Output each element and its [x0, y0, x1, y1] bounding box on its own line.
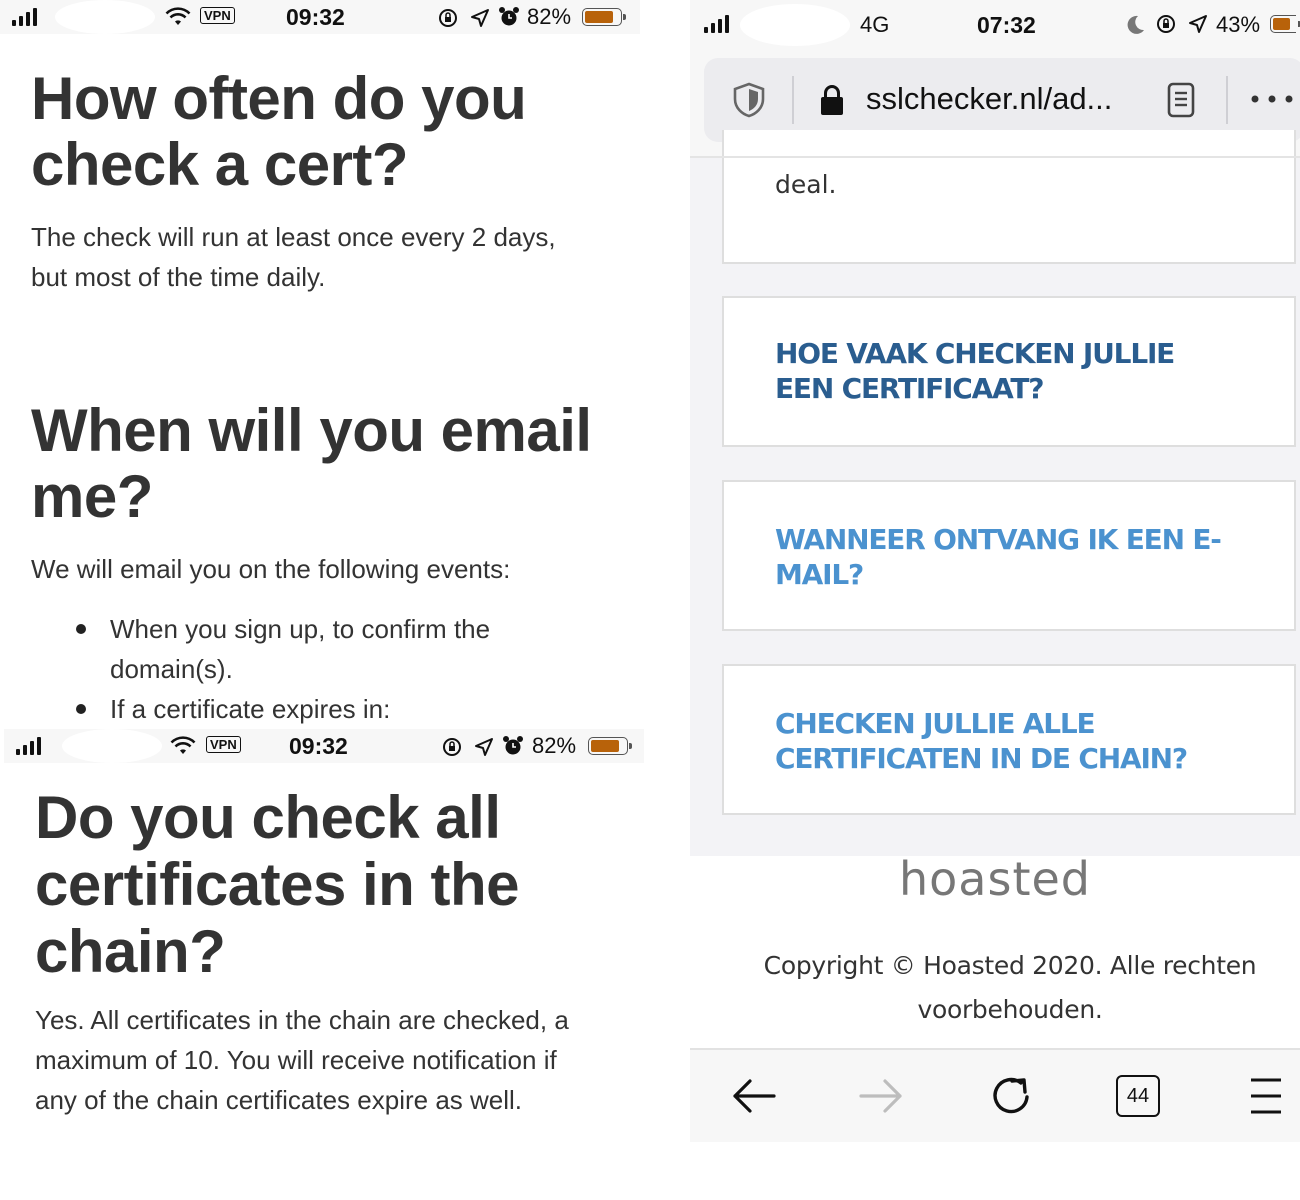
forward-arrow-icon — [859, 1079, 902, 1113]
bullet-icon — [76, 704, 86, 714]
hoasted-logo[interactable]: hoasted — [690, 852, 1300, 906]
section1-body-line1: The check will run at least once every 2… — [31, 222, 556, 252]
orientation-lock-icon — [443, 738, 461, 756]
section2-title: When will you email me? — [31, 398, 592, 530]
status-time: 07:32 — [977, 12, 1036, 38]
status-bar-right: 4G 07:32 43% — [690, 0, 1300, 50]
shield-icon[interactable] — [732, 82, 766, 118]
card-text: deal. — [775, 170, 837, 199]
reload-icon — [993, 1077, 1029, 1114]
redacted-carrier — [55, 0, 155, 34]
list-item: When you sign up, to confirm the domain(… — [76, 609, 490, 689]
orientation-lock-icon — [1157, 15, 1175, 33]
section3-title: Do you check all certificates in the cha… — [35, 784, 520, 985]
forward-button[interactable] — [849, 1064, 913, 1128]
battery-icon — [588, 737, 632, 755]
battery-icon — [582, 8, 626, 26]
section3-title-line2: certificates in the — [35, 851, 520, 918]
status-time: 09:32 — [289, 733, 348, 759]
section2-title-line1: When will you email — [31, 397, 592, 464]
alarm-icon — [503, 736, 523, 755]
signal-icon — [12, 8, 37, 26]
list-item: If a certificate expires in: — [76, 689, 490, 729]
section3-body-line3: any of the chain certificates expire as … — [35, 1085, 523, 1115]
orientation-lock-icon — [439, 9, 457, 27]
section1-title-line1: How often do you — [31, 65, 527, 132]
section1-body-line2: but most of the time daily. — [31, 262, 326, 292]
section3-body: Yes. All certificates in the chain are c… — [35, 1000, 569, 1120]
faq-question[interactable]: WANNEER ONTVANG IK EEN E- MAIL? — [775, 522, 1222, 592]
network-type: 4G — [860, 12, 890, 37]
url-divider — [792, 76, 794, 124]
vpn-badge: VPN — [206, 736, 241, 753]
status-bar-bottom-left: VPN 09:32 82% — [4, 729, 644, 763]
section2-intro: We will email you on the following event… — [31, 554, 511, 584]
alarm-icon — [499, 7, 519, 26]
section3-body-line2: maximum of 10. You will receive notifica… — [35, 1045, 557, 1075]
email-events-list: When you sign up, to confirm the domain(… — [76, 609, 490, 729]
reader-view-icon[interactable] — [1166, 82, 1196, 118]
location-icon — [471, 9, 489, 27]
more-icon[interactable] — [1250, 94, 1294, 104]
signal-icon — [704, 15, 729, 33]
faq-question[interactable]: HOE VAAK CHECKEN JULLIE EEN CERTIFICAAT? — [775, 336, 1175, 406]
header-shadow — [690, 156, 1300, 158]
vpn-badge: VPN — [200, 7, 235, 24]
wifi-icon — [170, 736, 196, 754]
location-icon — [475, 738, 493, 756]
faq-card[interactable]: HOE VAAK CHECKEN JULLIE EEN CERTIFICAAT? — [722, 296, 1296, 447]
browser-toolbar: 44 — [690, 1048, 1300, 1142]
section3-body-line1: Yes. All certificates in the chain are c… — [35, 1005, 569, 1035]
menu-icon — [1251, 1078, 1281, 1114]
url-text[interactable]: sslchecker.nl/ad... — [866, 78, 1112, 120]
battery-percent: 82% — [532, 733, 577, 758]
faq-card[interactable]: CHECKEN JULLIE ALLE CERTIFICATEN IN DE C… — [722, 664, 1296, 815]
section1-body: The check will run at least once every 2… — [31, 217, 556, 297]
back-arrow-icon — [733, 1079, 776, 1113]
tabs-counter-icon: 44 — [1116, 1075, 1160, 1117]
lock-icon — [821, 85, 843, 115]
menu-button[interactable] — [1234, 1064, 1298, 1128]
faq-question[interactable]: CHECKEN JULLIE ALLE CERTIFICATEN IN DE C… — [775, 706, 1188, 776]
tabs-count: 44 — [1126, 1084, 1150, 1107]
battery-percent: 82% — [527, 4, 572, 29]
reload-button[interactable] — [979, 1064, 1043, 1128]
redacted-carrier — [740, 4, 850, 46]
section3-title-line1: Do you check all — [35, 784, 501, 851]
url-divider — [1226, 76, 1228, 124]
wifi-icon — [165, 7, 191, 25]
section1-title: How often do you check a cert? — [31, 65, 527, 198]
section1-title-line2: check a cert? — [31, 131, 409, 198]
faq-card-partial: deal. — [722, 130, 1296, 264]
location-icon — [1189, 15, 1207, 33]
status-time: 09:32 — [286, 4, 345, 30]
tabs-button[interactable]: 44 — [1106, 1064, 1170, 1128]
copyright: Copyright © Hoasted 2020. Alle rechten v… — [763, 951, 1257, 1024]
section2-title-line2: me? — [31, 463, 153, 530]
signal-icon — [16, 737, 41, 755]
back-button[interactable] — [722, 1064, 786, 1128]
battery-icon — [1270, 15, 1300, 33]
redacted-carrier — [62, 729, 162, 763]
moon-icon — [1127, 15, 1144, 34]
status-bar-top-left: VPN 09:32 82% — [0, 0, 640, 34]
section3-title-line3: chain? — [35, 918, 226, 985]
battery-percent: 43% — [1216, 12, 1261, 37]
bullet-icon — [76, 624, 86, 634]
faq-card[interactable]: WANNEER ONTVANG IK EEN E- MAIL? — [722, 480, 1296, 631]
